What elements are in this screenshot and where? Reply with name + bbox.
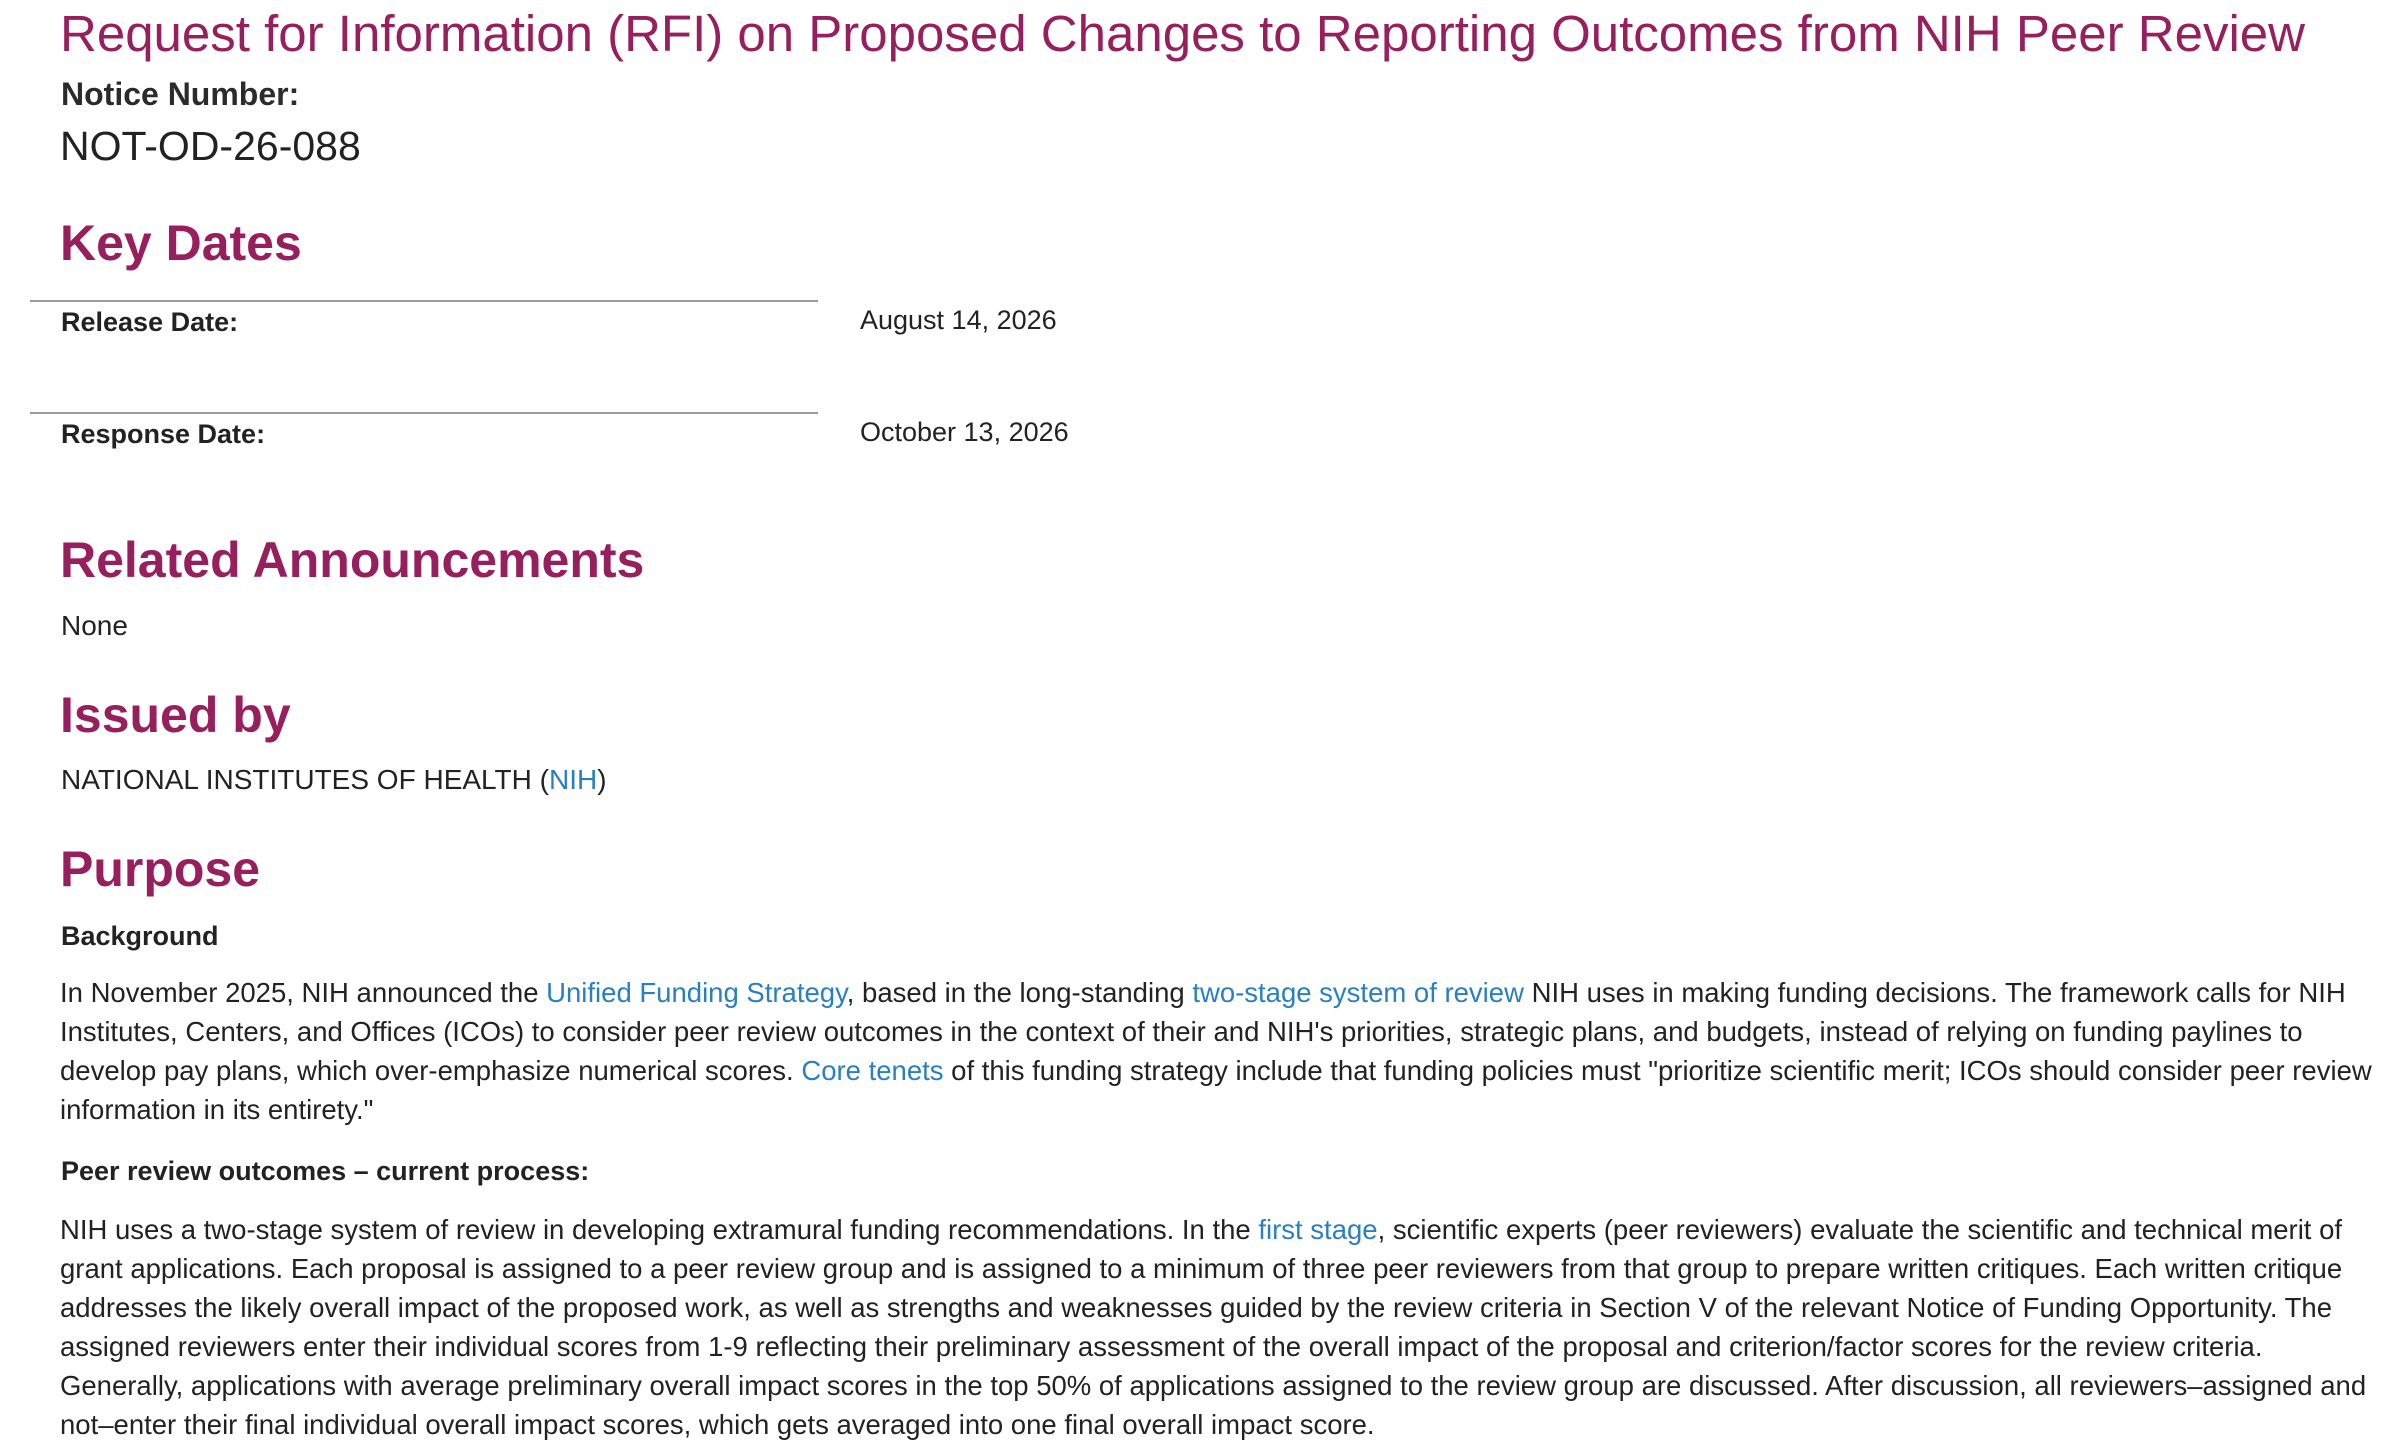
background-text: , based in the long-standing xyxy=(846,977,1193,1008)
current-process-text: , scientific experts (peer reviewers) ev… xyxy=(60,1214,2367,1440)
related-announcements-value: None xyxy=(61,610,128,641)
issued-by-line: NATIONAL INSTITUTES OF HEALTH (NIH) xyxy=(61,762,607,798)
issued-by-suffix: ) xyxy=(597,764,607,795)
current-process-subheading: Peer review outcomes – current process: xyxy=(61,1156,590,1186)
two-stage-review-link[interactable]: two-stage system of review xyxy=(1192,977,1524,1008)
purpose-heading: Purpose xyxy=(60,841,261,897)
key-dates-divider xyxy=(30,300,818,302)
first-stage-link[interactable]: first stage xyxy=(1258,1214,1377,1245)
page-title: Request for Information (RFI) on Propose… xyxy=(60,5,2305,62)
current-process-text: NIH uses a two-stage system of review in… xyxy=(60,1214,1259,1245)
notice-number-label: Notice Number: xyxy=(61,76,300,112)
key-dates-heading: Key Dates xyxy=(60,215,302,271)
release-date-label: Release Date: xyxy=(61,307,239,337)
background-subheading: Background xyxy=(61,921,219,951)
release-date-value: August 14, 2026 xyxy=(860,305,1057,335)
unified-funding-strategy-link[interactable]: Unified Funding Strategy xyxy=(546,977,847,1008)
response-date-value: October 13, 2026 xyxy=(860,417,1069,447)
nih-link[interactable]: NIH xyxy=(549,764,597,795)
notice-page: Request for Information (RFI) on Propose… xyxy=(0,0,2400,1440)
key-dates-divider xyxy=(30,412,818,414)
related-announcements-heading: Related Announcements xyxy=(60,532,645,588)
response-date-label: Response Date: xyxy=(61,419,266,449)
issued-by-heading: Issued by xyxy=(60,687,291,743)
background-paragraph: In November 2025, NIH announced the Unif… xyxy=(60,973,2380,1129)
notice-number-value: NOT-OD-26-088 xyxy=(60,123,361,169)
background-text: In November 2025, NIH announced the xyxy=(60,977,547,1008)
issued-by-prefix: NATIONAL INSTITUTES OF HEALTH ( xyxy=(61,764,549,795)
current-process-paragraph: NIH uses a two-stage system of review in… xyxy=(60,1210,2380,1440)
core-tenets-link[interactable]: Core tenets xyxy=(801,1055,943,1086)
